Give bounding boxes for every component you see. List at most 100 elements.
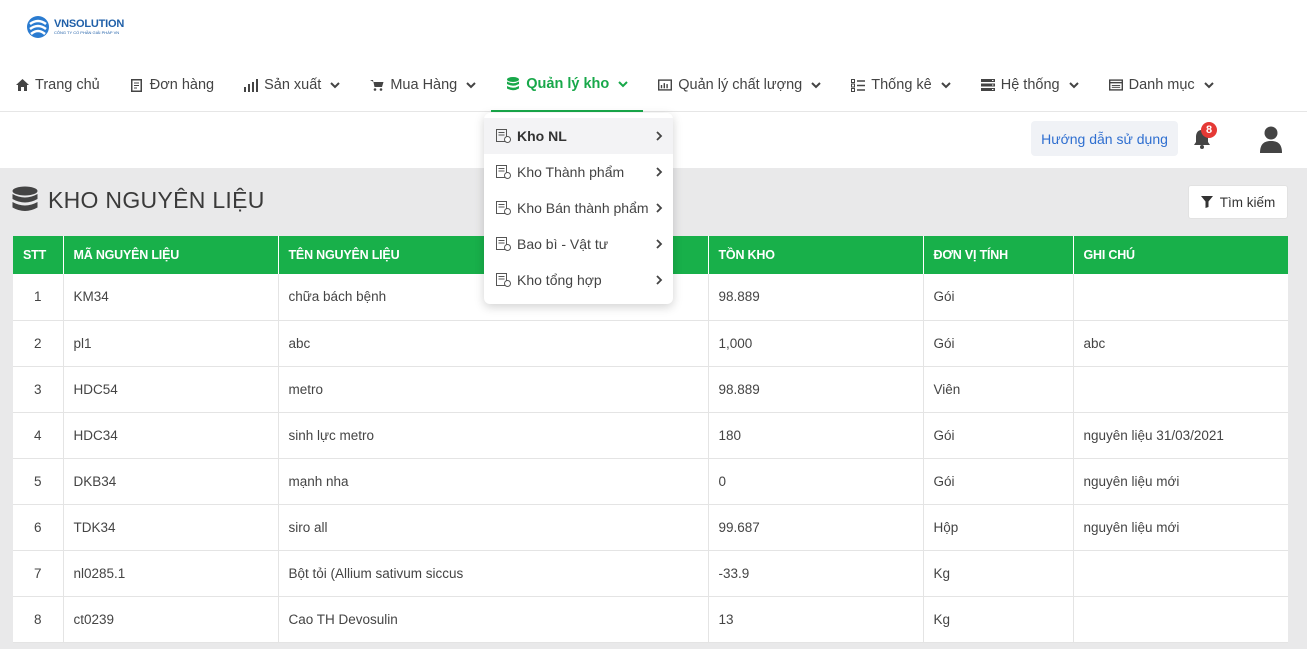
col-don-vi-tinh[interactable]: ĐƠN VỊ TÍNH — [923, 236, 1074, 274]
cell: pl1 — [63, 320, 279, 367]
cell: 98.889 — [708, 366, 924, 413]
table-row[interactable]: 4 HDC34 sinh lực metro 180 Gói nguyên liệu 31… — [13, 412, 1288, 459]
main-nav: Trang chủ Đơn hàng Sản xuất Mua Hàng Quả… — [0, 58, 1229, 112]
table-row[interactable]: 7 nl0285.1 Bột tỏi (Allium sativum siccus -… — [13, 550, 1288, 597]
cell: Hộp — [923, 504, 1074, 551]
page-title: KHO NGUYÊN LIỆU — [12, 186, 265, 214]
cell: 3 — [13, 366, 64, 413]
cell: HDC34 — [63, 412, 279, 459]
cell: 99.687 — [708, 504, 924, 551]
help-button[interactable]: Hướng dẫn sử dụng — [1031, 121, 1178, 156]
nav-san-xuat[interactable]: Sản xuất — [229, 58, 355, 112]
chevron-down-icon — [811, 80, 821, 90]
search-label: Tìm kiếm — [1219, 194, 1276, 210]
nav-label: Danh mục — [1128, 77, 1195, 93]
cell: 0 — [708, 458, 924, 505]
menu-item-label: Kho Thành phẩm — [517, 164, 625, 180]
nav-quan-ly-kho[interactable]: Quản lý kho — [491, 58, 644, 112]
table-row[interactable]: 6 TDK34 siro all 99.687 Hộp nguyên liệu mới — [13, 504, 1288, 551]
nav-trang-chu[interactable]: Trang chủ — [0, 58, 115, 112]
nav-label: Đơn hàng — [149, 77, 215, 93]
brand-tagline: CÔNG TY CỔ PHẦN GIẢI PHÁP VN — [54, 30, 120, 35]
cell: nl0285.1 — [63, 550, 279, 597]
cell: 13 — [708, 596, 924, 643]
chart-box-icon — [658, 78, 673, 92]
cell: 6 — [13, 504, 64, 551]
warehouse-icon — [496, 165, 511, 179]
nav-label: Quản lý kho — [526, 76, 610, 92]
menu-item-label: Bao bì - Vật tư — [517, 236, 609, 252]
table-row[interactable]: 2 pl1 abc 1,000 Gói abc — [13, 320, 1288, 367]
cell — [1073, 366, 1288, 413]
cell: Gói — [923, 412, 1074, 459]
nav-quan-ly-chat-luong[interactable]: Quản lý chất lượng — [643, 58, 836, 112]
cell: Gói — [923, 320, 1074, 367]
menu-item-label: Kho NL — [517, 128, 567, 144]
cell — [1073, 274, 1288, 321]
chevron-right-icon — [656, 167, 663, 177]
col-stt[interactable]: STT — [13, 236, 64, 274]
document-icon — [130, 78, 144, 92]
cell: 1,000 — [708, 320, 924, 367]
menu-item-kho-thanh-pham[interactable]: Kho Thành phẩm — [484, 154, 673, 190]
nav-label: Hệ thống — [1000, 77, 1060, 93]
warehouse-icon — [496, 201, 511, 215]
table-row[interactable]: 5 DKB34 mạnh nha 0 Gói nguyên liệu mới — [13, 458, 1288, 505]
menu-item-bao-bi-vat-tu[interactable]: Bao bì - Vật tư — [484, 226, 673, 262]
table-row[interactable]: 3 HDC54 metro 98.889 Viên — [13, 366, 1288, 413]
cell: KM34 — [63, 274, 279, 321]
cell: nguyên liệu mới — [1073, 504, 1288, 551]
cell: Kg — [923, 596, 1074, 643]
cell: nguyên liệu 31/03/2021 — [1073, 412, 1288, 459]
menu-item-label: Kho Bán thành phẩm — [517, 200, 649, 216]
chevron-right-icon — [656, 131, 663, 141]
brand-name: VNSOLUTION — [54, 18, 125, 30]
table-row[interactable]: 8 ct0239 Cao TH Devosulin 13 Kg — [13, 596, 1288, 643]
nav-mua-hang[interactable]: Mua Hàng — [355, 58, 491, 112]
nav-label: Thống kê — [871, 77, 932, 93]
brand-logo[interactable]: VNSOLUTION CÔNG TY CỔ PHẦN GIẢI PHÁP VN — [26, 14, 124, 40]
nav-label: Trang chủ — [35, 77, 100, 93]
nav-thong-ke[interactable]: Thống kê — [836, 58, 965, 112]
nav-he-thong[interactable]: Hệ thống — [966, 58, 1094, 112]
cell: TDK34 — [63, 504, 279, 551]
nav-label: Sản xuất — [264, 77, 322, 93]
col-ma-nguyen-lieu[interactable]: MÃ NGUYÊN LIỆU — [63, 236, 279, 274]
chevron-down-icon — [941, 80, 951, 90]
cell: HDC54 — [63, 366, 279, 413]
chevron-right-icon — [656, 275, 663, 285]
server-icon — [980, 78, 995, 92]
cell: metro — [278, 366, 709, 413]
col-ton-kho[interactable]: TỒN KHO — [708, 236, 924, 274]
cell: 4 — [13, 412, 64, 459]
folder-icon — [1108, 78, 1123, 92]
cell: -33.9 — [708, 550, 924, 597]
notification-badge: 8 — [1201, 122, 1217, 138]
search-button[interactable]: Tìm kiếm — [1188, 185, 1288, 219]
cell: Kg — [923, 550, 1074, 597]
chevron-down-icon — [1203, 80, 1214, 90]
cell: 5 — [13, 458, 64, 505]
cell: Viên — [923, 366, 1074, 413]
chevron-right-icon — [656, 203, 663, 213]
cell — [1073, 550, 1288, 597]
col-ghi-chu[interactable]: GHI CHÚ — [1073, 236, 1288, 274]
nav-danh-muc[interactable]: Danh mục — [1094, 58, 1229, 112]
menu-item-kho-ban-thanh-pham[interactable]: Kho Bán thành phẩm — [484, 190, 673, 226]
cell: Gói — [923, 458, 1074, 505]
menu-item-kho-nl[interactable]: Kho NL — [484, 118, 673, 154]
cell: abc — [1073, 320, 1288, 367]
top-bar: VNSOLUTION CÔNG TY CỔ PHẦN GIẢI PHÁP VN … — [0, 0, 1307, 112]
cell: 1 — [13, 274, 64, 321]
cell: nguyên liệu mới — [1073, 458, 1288, 505]
list-icon — [851, 78, 866, 92]
cell: 98.889 — [708, 274, 924, 321]
nav-don-hang[interactable]: Đơn hàng — [115, 58, 229, 112]
warehouse-icon — [496, 237, 511, 251]
user-avatar-icon[interactable] — [1259, 126, 1283, 154]
database-icon — [12, 186, 38, 211]
menu-item-kho-tong-hop[interactable]: Kho tổng hợp — [484, 262, 673, 298]
nav-label: Quản lý chất lượng — [678, 77, 803, 93]
chevron-down-icon — [1068, 80, 1079, 90]
chevron-right-icon — [656, 239, 663, 249]
